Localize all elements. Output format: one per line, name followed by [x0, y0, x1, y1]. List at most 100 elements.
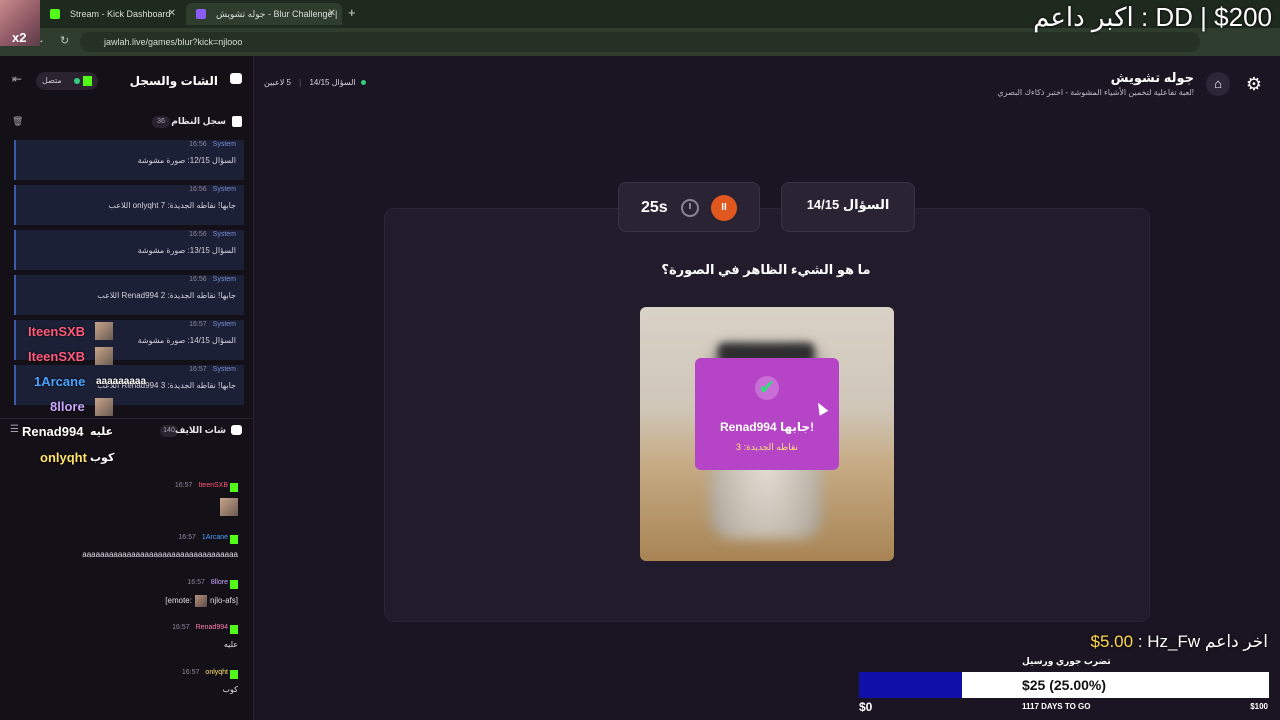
overlay-chat-name: 8llore — [50, 399, 85, 414]
panel-header: ⇤ متصل الشات والسجل — [0, 56, 254, 106]
entry-text: السؤال 13/15: صورة مشوشة — [137, 246, 236, 255]
entry-text: السؤال 14/15: صورة مشوشة — [137, 336, 236, 345]
connection-status-badge: متصل — [36, 72, 98, 90]
entry-source: System — [212, 186, 236, 193]
entry-source: System — [212, 141, 236, 148]
home-button[interactable]: ⌂ — [1206, 72, 1230, 96]
emote-prefix: [emote: — [165, 596, 192, 606]
message-user[interactable]: IteenSXB — [198, 482, 228, 489]
reload-button[interactable]: ↻ — [60, 34, 69, 47]
timer-panel: 25s II — [618, 182, 760, 232]
multiplier-badge: x2 — [12, 30, 27, 45]
system-log-header[interactable]: 🗑 36 سجل النظام — [0, 112, 254, 132]
message-user[interactable]: onlyqht — [205, 669, 228, 676]
message-text: كوب — [222, 685, 238, 694]
chat-message: 16:57 Renad994 عليه — [0, 624, 254, 669]
goal-max-label: $100 — [1250, 702, 1268, 711]
game-title: جوله تشويش — [1110, 70, 1194, 85]
kick-icon — [83, 76, 92, 86]
settings-button[interactable]: ⚙ — [1242, 72, 1266, 96]
chat-bubble-icon — [231, 425, 242, 435]
message-time: 16:57 — [172, 624, 190, 631]
collapse-panel-icon[interactable]: ⇤ — [12, 72, 22, 86]
game-area: السؤال 14/15 | 5 لاعبين جوله تشويش لعبة … — [254, 56, 1280, 720]
close-tab-icon[interactable]: ✕ — [168, 3, 176, 25]
filter-icon[interactable]: ☰ — [10, 424, 19, 435]
system-log-entry: 16:56 System السؤال 12/15: صورة مشوشة — [14, 140, 244, 180]
last-donor-name: Hz_Fw — [1147, 632, 1201, 651]
entry-text: السؤال 12/15: صورة مشوشة — [137, 156, 236, 165]
kick-badge-icon — [230, 625, 238, 634]
document-icon — [232, 116, 242, 127]
overlay-chat-name: Renad994 — [22, 424, 84, 439]
donation-goal-bar: $25 (25.00%) — [859, 672, 1269, 698]
avatar — [95, 398, 113, 416]
system-log-entry: 16:56 System اللاعب Renad994 جابها! نقاطه… — [14, 275, 244, 315]
entry-source: System — [212, 321, 236, 328]
new-points-text: نقاطه الجديدة: 3 — [735, 442, 799, 452]
message-user[interactable]: 8llore — [211, 579, 228, 586]
top-donor-overlay: اكبر داعم : DD | $200 — [1033, 2, 1272, 32]
chat-message: 16:57 IteenSXB — [0, 482, 254, 527]
question-counter: السؤال 14/15 — [309, 78, 356, 87]
online-dot-icon — [74, 78, 80, 84]
message-time: 16:57 — [174, 482, 193, 489]
pause-button[interactable]: II — [711, 195, 737, 221]
message-user[interactable]: 1Arcane — [202, 534, 228, 541]
entry-source: System — [212, 231, 236, 238]
last-donor-label: اخر داعم — [1204, 632, 1268, 651]
avatar — [95, 322, 113, 340]
panel-title: الشات والسجل — [129, 74, 218, 88]
system-log-title: سجل النظام — [171, 116, 226, 126]
entry-time: 16:57 — [189, 321, 207, 328]
overlay-chat-name: 1Arcane — [34, 374, 86, 389]
overlay-chat-message: كوب — [90, 452, 115, 464]
goal-title: تضرب جوري ورسيل — [1022, 656, 1111, 666]
overlay-chat-name: onlyqht — [40, 450, 87, 465]
kick-badge-icon — [230, 580, 238, 589]
live-chat-title: شات اللايف — [174, 425, 226, 435]
tab-title: جوله تشويش - Blur Challenge | — [216, 9, 338, 19]
blurred-image: ✔ Renad994 جابها! نقاطه الجديدة: 3 — [640, 307, 894, 561]
overlay-chat-message: aaaaaaaaa — [96, 376, 147, 387]
entry-source: System — [212, 276, 236, 283]
chat-message: 16:57 1Arcane aaaaaaaaaaaaaaaaaaaaaaaaaaa… — [0, 534, 254, 579]
overlay-chat-name: IteenSXB — [28, 349, 86, 364]
correct-answer-popup: ✔ Renad994 جابها! نقاطه الجديدة: 3 — [695, 358, 839, 470]
status-label: متصل — [42, 76, 62, 85]
check-icon: ✔ — [755, 376, 779, 400]
overlay-chat-name: IteenSXB — [28, 324, 86, 339]
goal-days-label: 1117 DAYS TO GO — [1022, 702, 1091, 711]
kick-badge-icon — [230, 535, 238, 544]
message-user[interactable]: Renad994 — [196, 624, 228, 631]
chat-bubble-icon — [230, 73, 242, 84]
address-bar[interactable]: jawlah.live/games/blur?kick=njlooo — [80, 32, 1200, 52]
timer-value: 25s — [641, 199, 668, 216]
jawlah-favicon-icon — [196, 9, 206, 19]
entry-text: اللاعب Renad994 جابها! نقاطه الجديدة: 2 — [97, 291, 236, 300]
tab-blur-challenge[interactable]: جوله تشويش - Blur Challenge | ✕ — [186, 3, 342, 25]
entry-time: 16:56 — [189, 276, 207, 283]
entry-text: اللاعب onlyqht جابها! نقاطه الجديدة: 7 — [108, 201, 236, 210]
system-log-entry: 16:56 System اللاعب onlyqht جابها! نقاطه … — [14, 185, 244, 225]
emote-image — [194, 595, 207, 607]
winner-text: Renad994 جابها! — [719, 420, 815, 434]
entry-source: System — [212, 366, 236, 373]
question-text: ما هو الشيء الظاهر في الصورة؟ — [661, 262, 871, 277]
message-time: 16:57 — [178, 534, 196, 541]
kick-favicon-icon — [50, 9, 60, 19]
message-text: [emote: njlo-afs] — [165, 595, 238, 607]
online-dot-icon — [360, 80, 366, 86]
game-info-bar: السؤال 14/15 | 5 لاعبين — [264, 78, 366, 87]
goal-progress-text: $25 (25.00%) — [1021, 677, 1107, 693]
trash-icon[interactable]: 🗑 — [12, 116, 23, 127]
overlay-chat-message: عليه — [90, 426, 114, 438]
tab-kick-dashboard[interactable]: Stream - Kick Dashboard ✕ — [40, 3, 182, 25]
close-tab-icon[interactable]: ✕ — [328, 3, 336, 25]
goal-min-label: $0 — [859, 700, 873, 714]
new-tab-button[interactable]: + — [348, 5, 356, 20]
avatar — [95, 347, 113, 365]
kick-badge-icon — [230, 670, 238, 679]
system-log-count: 36 — [152, 116, 170, 128]
entry-time: 16:56 — [189, 231, 207, 238]
